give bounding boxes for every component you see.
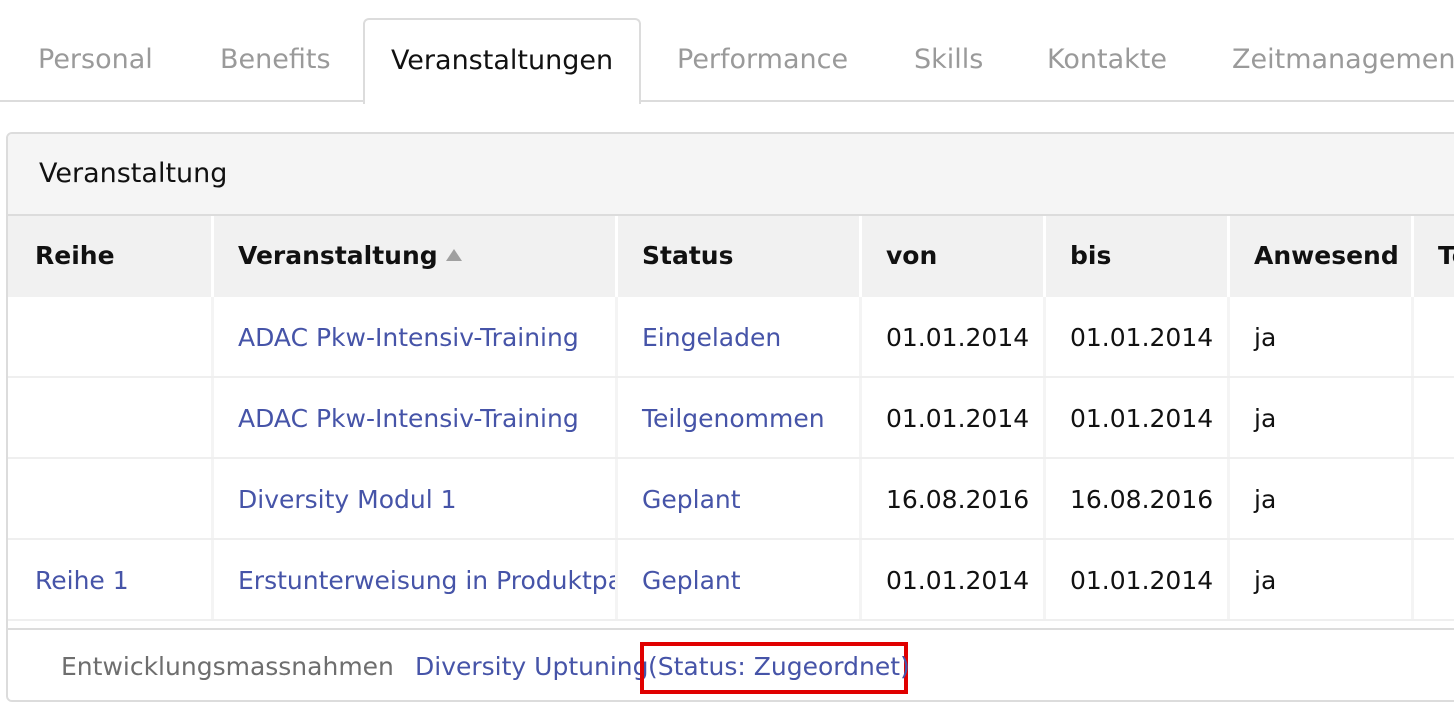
cell-bis: 01.01.2014 xyxy=(1046,297,1230,376)
cell-status-link[interactable]: Eingeladen xyxy=(618,297,862,376)
cell-veranstaltung-link[interactable]: Diversity Modul 1 xyxy=(214,459,618,538)
column-header-label: Te xyxy=(1438,241,1454,270)
table-row: ADAC Pkw-Intensiv-Training Teilgenommen … xyxy=(8,378,1454,459)
column-header-bis[interactable]: bis xyxy=(1046,216,1230,297)
table-row: Reihe 1 Erstunterweisung in Produktpa Ge… xyxy=(8,540,1454,621)
cell-veranstaltung-link[interactable]: Erstunterweisung in Produktpa xyxy=(214,540,618,619)
cell-anwesend: ja xyxy=(1230,378,1414,457)
table-row: ADAC Pkw-Intensiv-Training Eingeladen 01… xyxy=(8,297,1454,378)
entwicklungsmassnahmen-label: Entwicklungsmassnahmen xyxy=(61,652,394,681)
column-header-label: Status xyxy=(642,241,734,270)
table-row: Diversity Modul 1 Geplant 16.08.2016 16.… xyxy=(8,459,1454,540)
column-header-label: Reihe xyxy=(35,241,115,270)
column-header-te[interactable]: Te xyxy=(1414,216,1454,297)
cell-status-link[interactable]: Geplant xyxy=(618,459,862,538)
entwicklungsmassnahme-link[interactable]: Diversity Uptuning xyxy=(415,652,648,681)
cell-von: 01.01.2014 xyxy=(862,297,1046,376)
cell-anwesend: ja xyxy=(1230,459,1414,538)
sort-asc-icon xyxy=(445,249,462,261)
cell-veranstaltung-link[interactable]: ADAC Pkw-Intensiv-Training xyxy=(214,297,618,376)
tab-kontakte[interactable]: Kontakte xyxy=(1047,18,1167,102)
cell-von: 01.01.2014 xyxy=(862,378,1046,457)
cell-von: 01.01.2014 xyxy=(862,540,1046,619)
panel-footer: Entwicklungsmassnahmen Diversity Uptunin… xyxy=(8,628,1454,700)
cell-reihe[interactable] xyxy=(8,378,214,457)
tab-benefits[interactable]: Benefits xyxy=(220,18,331,102)
highlighted-status-text: (Status: Zugeordnet) xyxy=(640,642,910,694)
cell-bis: 01.01.2014 xyxy=(1046,540,1230,619)
cell-reihe[interactable] xyxy=(8,459,214,538)
cell-status-link[interactable]: Teilgenommen xyxy=(618,378,862,457)
panel-title: Veranstaltung xyxy=(39,158,228,189)
tab-skills[interactable]: Skills xyxy=(914,18,983,102)
column-header-anwesend[interactable]: Anwesend xyxy=(1230,216,1414,297)
status-text: (Status: Zugeordnet) xyxy=(648,652,910,681)
tab-performance[interactable]: Performance xyxy=(677,18,848,102)
cell-reihe[interactable] xyxy=(8,297,214,376)
tab-veranstaltungen[interactable]: Veranstaltungen xyxy=(363,18,641,104)
cell-anwesend: ja xyxy=(1230,540,1414,619)
cell-veranstaltung-link[interactable]: ADAC Pkw-Intensiv-Training xyxy=(214,378,618,457)
cell-status-link[interactable]: Geplant xyxy=(618,540,862,619)
cell-anwesend: ja xyxy=(1230,297,1414,376)
tab-personal[interactable]: Personal xyxy=(38,18,153,102)
column-header-veranstaltung[interactable]: Veranstaltung xyxy=(214,216,618,297)
tab-zeitmanagement[interactable]: Zeitmanagement xyxy=(1232,18,1454,102)
table-header: Reihe Veranstaltung Status von bis Anwes… xyxy=(8,216,1454,297)
column-header-von[interactable]: von xyxy=(862,216,1046,297)
cell-von: 16.08.2016 xyxy=(862,459,1046,538)
column-header-label: von xyxy=(886,241,938,270)
column-header-label: bis xyxy=(1070,241,1112,270)
cell-bis: 01.01.2014 xyxy=(1046,378,1230,457)
panel-header: Veranstaltung xyxy=(8,134,1454,216)
cell-reihe-link[interactable]: Reihe 1 xyxy=(8,540,214,619)
column-header-status[interactable]: Status xyxy=(618,216,862,297)
column-header-label: Anwesend xyxy=(1254,241,1399,270)
tab-bar: Personal Benefits Veranstaltungen Perfor… xyxy=(0,0,1454,104)
veranstaltung-panel: Veranstaltung Reihe Veranstaltung Status… xyxy=(6,132,1454,702)
column-header-reihe[interactable]: Reihe xyxy=(8,216,214,297)
column-header-label: Veranstaltung xyxy=(238,241,438,270)
cell-bis: 16.08.2016 xyxy=(1046,459,1230,538)
